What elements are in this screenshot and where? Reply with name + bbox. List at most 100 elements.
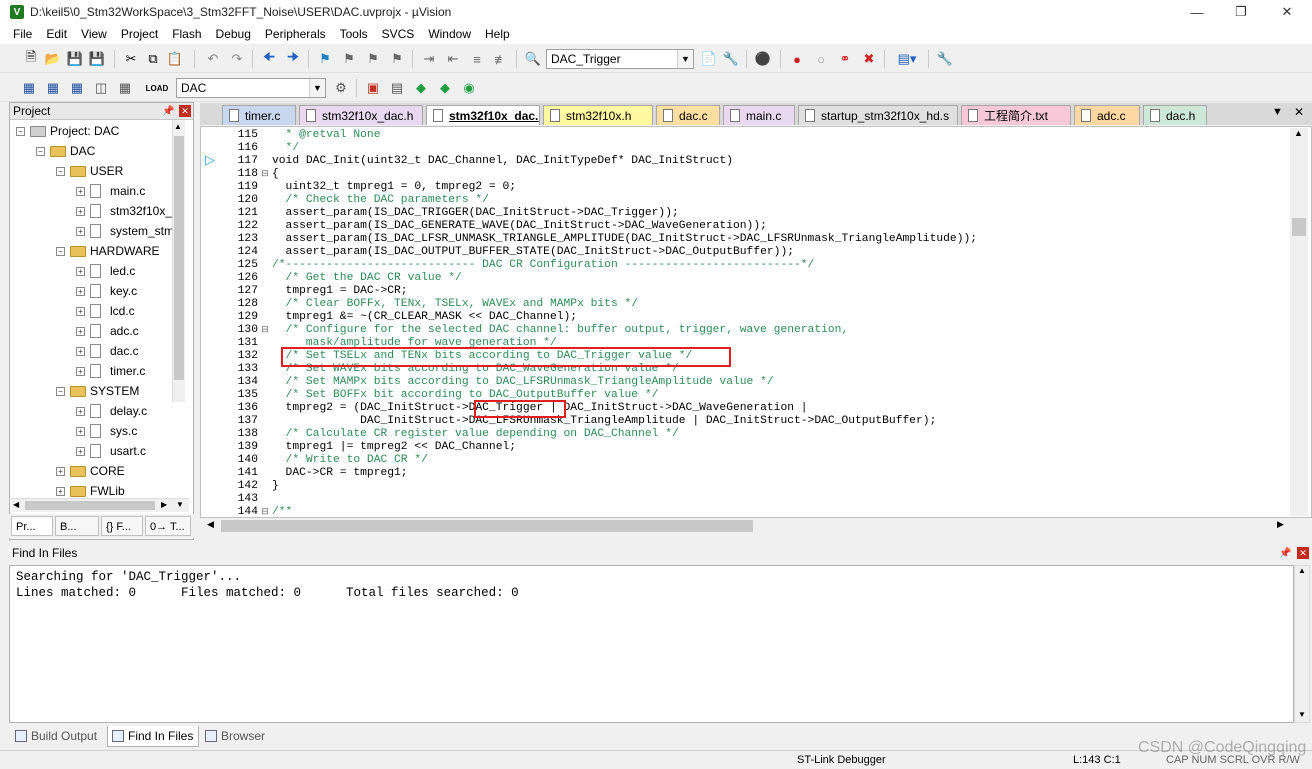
- disable-all-breakpoints-icon[interactable]: ⚭: [836, 50, 854, 68]
- editor-tab[interactable]: stm32f10x.h: [543, 105, 653, 125]
- breakpoint-icon[interactable]: ●: [788, 50, 806, 68]
- pin-icon[interactable]: 📌: [1279, 546, 1291, 562]
- nav-back-icon[interactable]: 🠈: [260, 49, 278, 68]
- scroll-left-icon[interactable]: ◀: [13, 500, 19, 509]
- chevron-down-icon[interactable]: ▼: [309, 79, 325, 97]
- tab-build-output[interactable]: Build Output: [11, 726, 105, 747]
- tab-templates[interactable]: 0→ T...: [145, 516, 191, 536]
- expand-toggle-icon[interactable]: +: [76, 407, 85, 416]
- batch-build-icon[interactable]: ◫: [92, 79, 110, 97]
- event-recorder-icon[interactable]: ◉: [460, 79, 478, 97]
- expand-toggle-icon[interactable]: +: [76, 447, 85, 456]
- fold-marker[interactable]: ⊟: [258, 324, 272, 337]
- expand-toggle-icon[interactable]: +: [76, 187, 85, 196]
- editor-tab[interactable]: timer.c: [222, 105, 296, 125]
- redo-icon[interactable]: ↷: [228, 50, 246, 68]
- close-icon[interactable]: ✕: [1297, 547, 1309, 559]
- project-horizontal-scrollbar[interactable]: ◀ ▶ ▼: [11, 498, 189, 512]
- scroll-thumb[interactable]: [174, 136, 184, 380]
- menu-help[interactable]: Help: [478, 24, 517, 44]
- scroll-right-icon[interactable]: ▶: [1277, 519, 1284, 530]
- open-folder-icon[interactable]: 📂: [44, 50, 62, 68]
- download-icon[interactable]: LOAD: [146, 79, 169, 97]
- expand-toggle-icon[interactable]: +: [76, 367, 85, 376]
- close-icon[interactable]: ✕: [179, 105, 191, 117]
- editor-tab[interactable]: main.c: [723, 105, 795, 125]
- new-file-icon[interactable]: 🗎: [22, 49, 40, 68]
- prev-bookmark-icon[interactable]: ⚑: [340, 50, 358, 68]
- project-vertical-scrollbar[interactable]: ▲: [172, 120, 185, 402]
- scroll-thumb[interactable]: [25, 501, 155, 510]
- expand-toggle-icon[interactable]: −: [36, 147, 45, 156]
- bookmark-icon[interactable]: ⚑: [316, 50, 334, 68]
- stop-build-icon[interactable]: ▦: [116, 79, 134, 97]
- tab-find-in-files[interactable]: Find In Files: [107, 726, 199, 747]
- find-combo[interactable]: DAC_Trigger ▼: [546, 49, 694, 69]
- menu-debug[interactable]: Debug: [209, 24, 258, 44]
- expand-toggle-icon[interactable]: +: [76, 427, 85, 436]
- expand-toggle-icon[interactable]: +: [76, 307, 85, 316]
- pack-installer-icon[interactable]: ◆: [436, 79, 454, 97]
- expand-toggle-icon[interactable]: +: [76, 267, 85, 276]
- tab-project[interactable]: Pr...: [11, 516, 53, 536]
- manage-project-items-icon[interactable]: ▣: [364, 79, 382, 97]
- editor-tab[interactable]: adc.c: [1074, 105, 1140, 125]
- editor-tab[interactable]: dac.h: [1143, 105, 1207, 125]
- scroll-thumb[interactable]: [1292, 218, 1306, 236]
- menu-peripherals[interactable]: Peripherals: [258, 24, 333, 44]
- tab-list-icon[interactable]: ▼: [1272, 106, 1283, 118]
- menu-flash[interactable]: Flash: [165, 24, 208, 44]
- save-all-icon[interactable]: 💾: [88, 50, 106, 68]
- target-combo[interactable]: DAC ▼: [176, 78, 326, 98]
- nav-forward-icon[interactable]: 🠊: [284, 49, 302, 68]
- menu-window[interactable]: Window: [421, 24, 478, 44]
- target-options-icon[interactable]: ⚙: [332, 79, 350, 97]
- find-vertical-scrollbar[interactable]: ▲ ▼: [1294, 565, 1310, 723]
- menu-tools[interactable]: Tools: [333, 24, 375, 44]
- kill-breakpoints-icon[interactable]: ✖: [860, 50, 878, 68]
- manage-run-time-icon[interactable]: ◆: [412, 79, 430, 97]
- menu-file[interactable]: File: [6, 24, 39, 44]
- expand-toggle-icon[interactable]: +: [56, 487, 65, 496]
- scroll-left-icon[interactable]: ◀: [207, 519, 214, 530]
- close-icon[interactable]: ✕: [1294, 105, 1304, 119]
- next-bookmark-icon[interactable]: ⚑: [364, 50, 382, 68]
- cut-icon[interactable]: ✂: [122, 50, 140, 68]
- copy-icon[interactable]: ⧉: [144, 50, 162, 68]
- rebuild-icon[interactable]: ▦: [68, 79, 86, 97]
- build-icon[interactable]: ▦: [44, 79, 62, 97]
- editor-tab[interactable]: startup_stm32f10x_hd.s: [798, 105, 958, 125]
- find-in-files-icon[interactable]: 🔍: [524, 50, 542, 68]
- expand-toggle-icon[interactable]: −: [16, 127, 25, 136]
- find-results[interactable]: Searching for 'DAC_Trigger'... Lines mat…: [9, 565, 1294, 723]
- expand-toggle-icon[interactable]: +: [76, 227, 85, 236]
- clear-bookmarks-icon[interactable]: ⚑: [388, 50, 406, 68]
- find-icon[interactable]: 📄: [700, 50, 718, 68]
- menu-svcs[interactable]: SVCS: [375, 24, 422, 44]
- expand-toggle-icon[interactable]: −: [56, 167, 65, 176]
- close-icon[interactable]: ✕: [1264, 0, 1310, 24]
- start-debug-icon[interactable]: ⚫: [754, 50, 772, 68]
- uncomment-icon[interactable]: ≢: [492, 50, 510, 68]
- editor-vertical-scrollbar[interactable]: ▲: [1290, 128, 1308, 516]
- editor-tab[interactable]: stm32f10x_dac.c: [426, 105, 540, 125]
- unindent-icon[interactable]: ⇤: [444, 50, 462, 68]
- expand-toggle-icon[interactable]: −: [56, 387, 65, 396]
- scroll-down-icon[interactable]: ▼: [176, 500, 184, 509]
- scroll-up-icon[interactable]: ▲: [1298, 566, 1306, 575]
- expand-toggle-icon[interactable]: +: [76, 287, 85, 296]
- paste-icon[interactable]: 📋: [166, 50, 184, 68]
- incremental-find-icon[interactable]: 🔧: [722, 50, 740, 68]
- tab-browser[interactable]: Browser: [201, 726, 271, 747]
- minimize-icon[interactable]: —: [1174, 0, 1220, 24]
- scroll-right-icon[interactable]: ▶: [161, 500, 167, 509]
- menu-edit[interactable]: Edit: [39, 24, 74, 44]
- window-layout-icon[interactable]: ▤▾: [892, 50, 922, 68]
- undo-icon[interactable]: ↶: [204, 50, 222, 68]
- indent-icon[interactable]: ⇥: [420, 50, 438, 68]
- translate-icon[interactable]: ▦: [20, 79, 38, 97]
- tab-books[interactable]: B...: [55, 516, 99, 536]
- pin-icon[interactable]: 📌: [162, 104, 174, 120]
- chevron-down-icon[interactable]: ▼: [677, 50, 693, 68]
- expand-toggle-icon[interactable]: +: [76, 207, 85, 216]
